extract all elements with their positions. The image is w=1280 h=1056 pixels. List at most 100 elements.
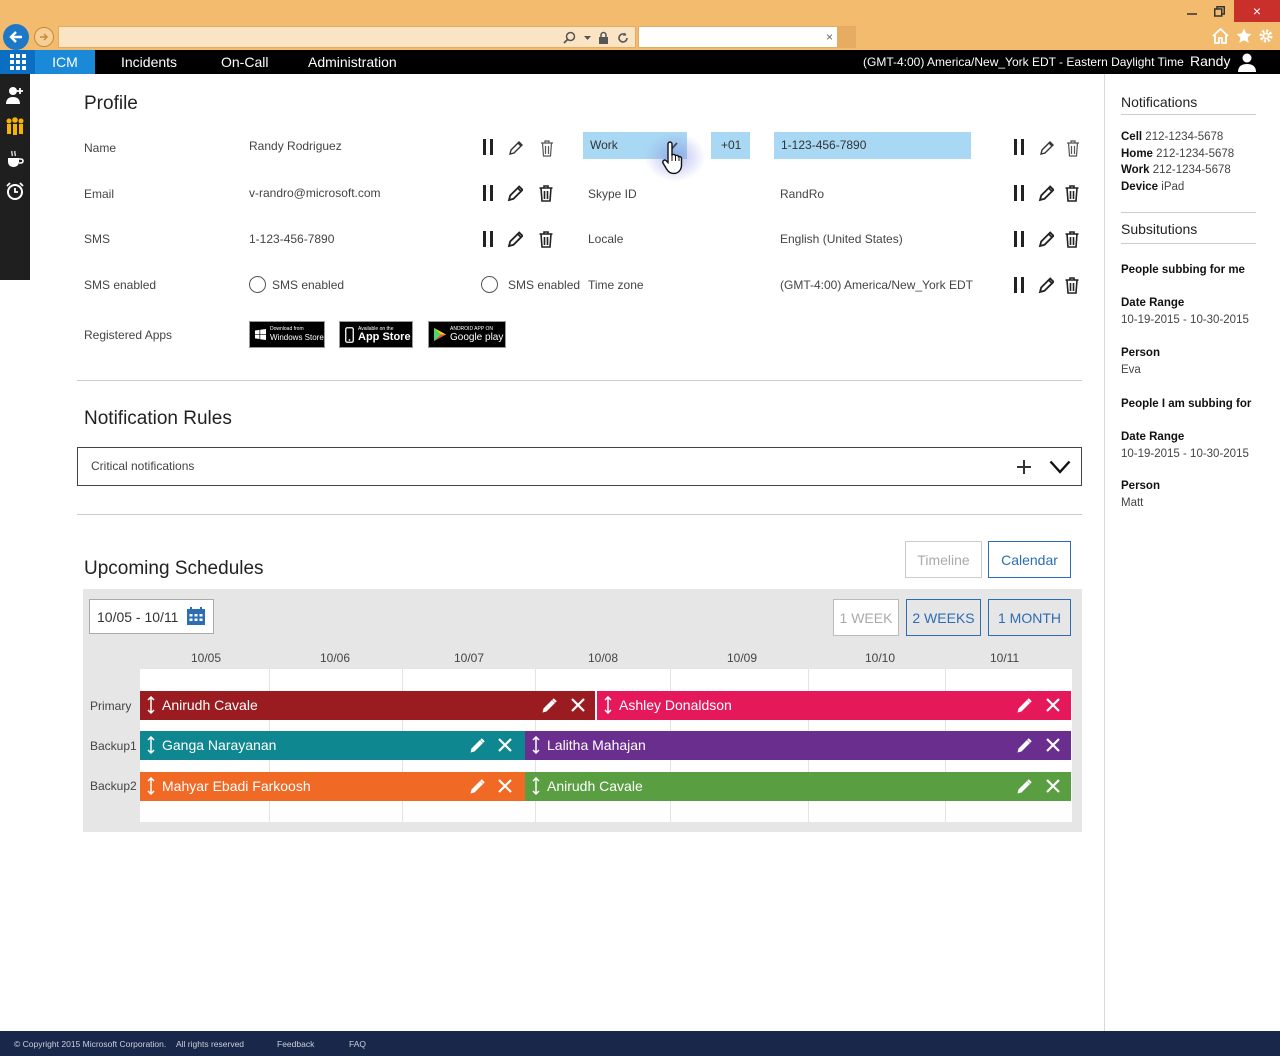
pause-button-phone[interactable] <box>1014 139 1024 155</box>
team-icon[interactable] <box>5 116 25 136</box>
pencil-icon[interactable] <box>1038 230 1054 248</box>
shift-bar[interactable]: Ganga Narayanan <box>140 731 525 760</box>
tab-on-call[interactable]: On-Call <box>221 50 268 74</box>
minimize-button[interactable] <box>1178 0 1206 22</box>
pencil-icon[interactable] <box>469 778 486 795</box>
back-button[interactable] <box>3 24 29 50</box>
trash-icon[interactable] <box>1064 184 1080 202</box>
new-tab-button[interactable] <box>838 26 856 48</box>
pencil-icon[interactable] <box>469 737 486 754</box>
play-triangle-icon <box>434 328 446 341</box>
pencil-icon[interactable] <box>1016 737 1033 754</box>
sms-enabled-radio-2[interactable] <box>481 276 498 293</box>
plus-icon[interactable] <box>1016 459 1032 475</box>
close-icon[interactable] <box>1046 779 1060 793</box>
pencil-icon[interactable] <box>507 230 523 248</box>
range-1-week-button[interactable]: 1 WEEK <box>833 599 899 636</box>
phone-number-field[interactable]: 1-123-456-7890 <box>774 132 971 159</box>
home-icon[interactable] <box>1212 28 1229 44</box>
trash-icon[interactable] <box>1064 276 1080 294</box>
shift-bar[interactable]: Mahyar Ebadi Farkoosh <box>140 772 525 801</box>
restore-button[interactable] <box>1206 0 1232 22</box>
coffee-cup-icon[interactable] <box>5 149 25 169</box>
tab-close-button[interactable]: × <box>826 30 833 44</box>
app-launcher-button[interactable] <box>0 50 35 74</box>
close-icon[interactable] <box>498 738 512 752</box>
pause-button-timezone[interactable] <box>1014 277 1024 293</box>
pencil-icon[interactable] <box>1039 139 1055 157</box>
brand-tab-icm[interactable]: ICM <box>35 50 95 74</box>
address-bar[interactable] <box>58 26 636 48</box>
date-range-value: 10-19-2015 - 10-30-2015 <box>1121 447 1249 460</box>
favorites-star-icon[interactable] <box>1236 28 1252 44</box>
trash-icon[interactable] <box>539 139 555 157</box>
calendar-icon[interactable] <box>186 606 206 626</box>
trash-icon[interactable] <box>538 230 554 248</box>
app-store-badge[interactable]: Available on the App Store <box>339 321 413 348</box>
gear-icon[interactable] <box>1258 28 1274 44</box>
resize-vertical-icon[interactable] <box>147 736 155 754</box>
notification-devices: Cell 212-1234-5678 Home 212-1234-5678 Wo… <box>1121 129 1234 195</box>
pause-button-name[interactable] <box>483 139 493 155</box>
shift-bar[interactable]: Lalitha Mahajan <box>525 731 1071 760</box>
rule-name: Critical notifications <box>91 459 195 473</box>
close-icon[interactable] <box>1046 738 1060 752</box>
close-icon[interactable] <box>498 779 512 793</box>
shift-bar[interactable]: Ashley Donaldson <box>597 691 1071 720</box>
pause-button-sms[interactable] <box>483 231 493 247</box>
time-zone-value: (GMT-4:00) America/New_York EDT <box>780 278 973 292</box>
google-play-badge[interactable]: ANDROID APP ON Google play <box>428 321 506 348</box>
resize-vertical-icon[interactable] <box>147 696 155 714</box>
tab-administration[interactable]: Administration <box>308 50 397 74</box>
pencil-icon[interactable] <box>1038 276 1054 294</box>
windows-store-badge[interactable]: Download from Windows Store <box>249 321 325 348</box>
search-icon[interactable] <box>563 31 576 44</box>
pencil-icon[interactable] <box>541 697 558 714</box>
pause-button-locale[interactable] <box>1014 231 1024 247</box>
user-name[interactable]: Randy <box>1190 53 1230 69</box>
user-avatar-icon[interactable] <box>1237 52 1257 72</box>
app-grid-icon <box>9 54 26 70</box>
tab-incidents[interactable]: Incidents <box>121 50 177 74</box>
shift-bar[interactable]: Anirudh Cavale <box>140 691 595 720</box>
sms-enabled-radio[interactable] <box>249 276 266 293</box>
dropdown-icon[interactable] <box>583 34 591 41</box>
resize-vertical-icon[interactable] <box>147 777 155 795</box>
pencil-icon[interactable] <box>1016 697 1033 714</box>
close-window-button[interactable]: × <box>1234 0 1280 22</box>
country-code-field[interactable]: +01 <box>711 132 750 159</box>
resize-vertical-icon[interactable] <box>604 696 612 714</box>
range-2-weeks-button[interactable]: 2 WEEKS <box>906 599 981 636</box>
trash-icon[interactable] <box>1065 139 1081 157</box>
pencil-icon[interactable] <box>1016 778 1033 795</box>
pause-button-email[interactable] <box>483 185 493 201</box>
add-person-icon[interactable] <box>5 85 25 105</box>
browser-tab[interactable]: × <box>638 26 838 48</box>
close-icon[interactable] <box>571 698 585 712</box>
alarm-clock-icon[interactable] <box>5 181 25 201</box>
faq-link[interactable]: FAQ <box>349 1039 366 1049</box>
pause-button-skype[interactable] <box>1014 185 1024 201</box>
timeline-view-button[interactable]: Timeline <box>905 541 982 578</box>
chevron-down-icon[interactable] <box>1049 460 1071 474</box>
pencil-icon[interactable] <box>1038 184 1054 202</box>
resize-vertical-icon[interactable] <box>532 736 540 754</box>
feedback-link[interactable]: Feedback <box>277 1039 314 1049</box>
refresh-icon[interactable] <box>617 32 629 44</box>
calendar-view-button[interactable]: Calendar <box>988 541 1071 578</box>
sms-enabled-radio-label: SMS enabled <box>272 278 345 292</box>
rule-critical-notifications[interactable]: Critical notifications <box>77 447 1082 486</box>
range-1-month-button[interactable]: 1 MONTH <box>988 599 1071 636</box>
forward-button[interactable] <box>34 27 54 47</box>
resize-vertical-icon[interactable] <box>532 777 540 795</box>
windows-logo-icon <box>255 329 266 340</box>
pencil-icon[interactable] <box>508 139 524 157</box>
close-icon[interactable] <box>1046 698 1060 712</box>
work-value: 212-1234-5678 <box>1152 164 1231 176</box>
lock-icon <box>599 31 609 45</box>
pencil-icon[interactable] <box>507 184 523 202</box>
shift-bar[interactable]: Anirudh Cavale <box>525 772 1071 801</box>
person-value: Matt <box>1121 496 1144 509</box>
trash-icon[interactable] <box>1064 230 1080 248</box>
trash-icon[interactable] <box>538 184 554 202</box>
